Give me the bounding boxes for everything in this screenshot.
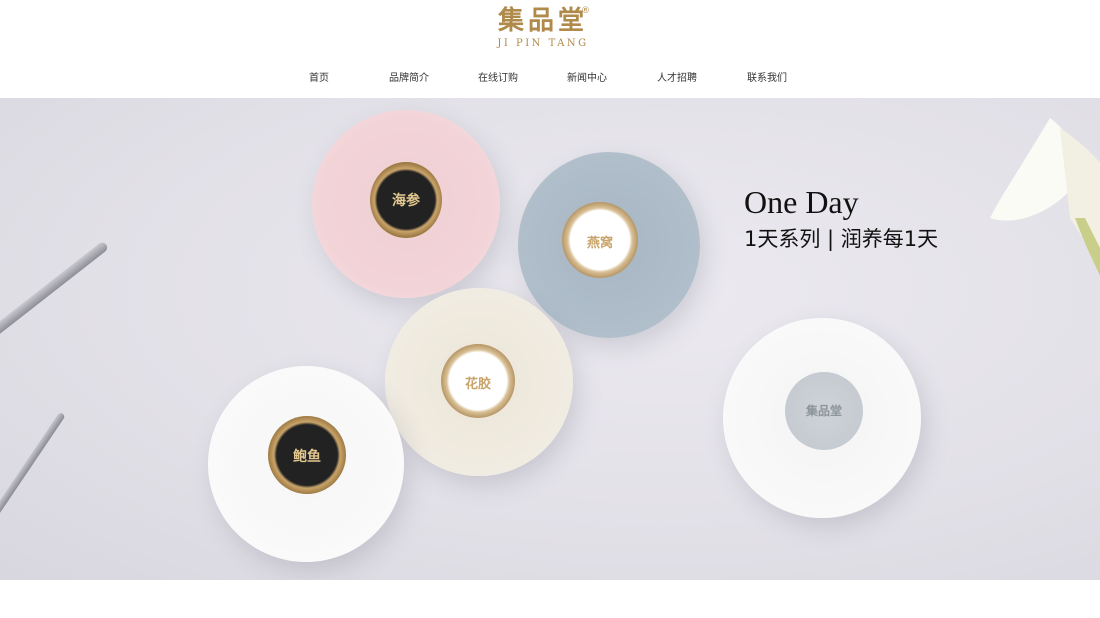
jar-logo: 集品堂: [805, 404, 842, 418]
pink-plate: 海参: [312, 110, 500, 298]
hero-title: One Day: [744, 184, 859, 220]
jar-birds-nest: 燕窝: [562, 202, 638, 278]
upturned-jar: 集品堂: [785, 372, 863, 450]
nav-item-contact[interactable]: 联系我们: [747, 70, 787, 88]
hero-subtitle: 1天系列 | 润养每1天: [744, 227, 939, 251]
fork-image: [0, 411, 66, 524]
hero-banner[interactable]: 海参 燕窝 花胶 鲍鱼 集品堂 One Day 1天系列 | 润养每1天: [0, 98, 1100, 580]
jar-label: 燕窝: [586, 236, 613, 251]
main-nav: 首页 品牌简介 在线订购 新闻中心 人才招聘 联系我们: [0, 70, 1100, 88]
cream-plate: 花胶: [385, 288, 573, 476]
nav-item-brand[interactable]: 品牌简介: [389, 70, 429, 88]
jar-label: 海参: [392, 193, 420, 209]
white-plate-right: 集品堂: [723, 318, 921, 518]
jar-label: 鲍鱼: [293, 449, 321, 465]
nav-item-careers[interactable]: 人才招聘: [657, 70, 697, 88]
nav-item-home[interactable]: 首页: [309, 70, 329, 88]
hero-tagline: One Day 1天系列 | 润养每1天: [744, 184, 938, 254]
jar-fish-maw: 花胶: [441, 344, 515, 418]
registered-mark: ®: [581, 6, 590, 16]
white-plate-left: 鲍鱼: [208, 366, 404, 562]
nav-item-order[interactable]: 在线订购: [478, 70, 518, 88]
blue-plate: 燕窝: [518, 152, 700, 338]
jar-abalone: 鲍鱼: [268, 416, 346, 494]
jar-sea-cucumber: 海参: [370, 162, 442, 238]
knife-image: [0, 240, 110, 347]
brand-name-en: JI PIN TANG: [497, 38, 589, 49]
site-header: 集品堂 ® JI PIN TANG 首页 品牌简介 在线订购 新闻中心 人才招聘…: [0, 0, 1100, 98]
nav-item-news[interactable]: 新闻中心: [567, 70, 607, 88]
calla-lily-image: [990, 118, 1100, 276]
jar-label: 花胶: [464, 377, 491, 392]
brand-logo[interactable]: 集品堂 ® JI PIN TANG: [486, 6, 600, 58]
